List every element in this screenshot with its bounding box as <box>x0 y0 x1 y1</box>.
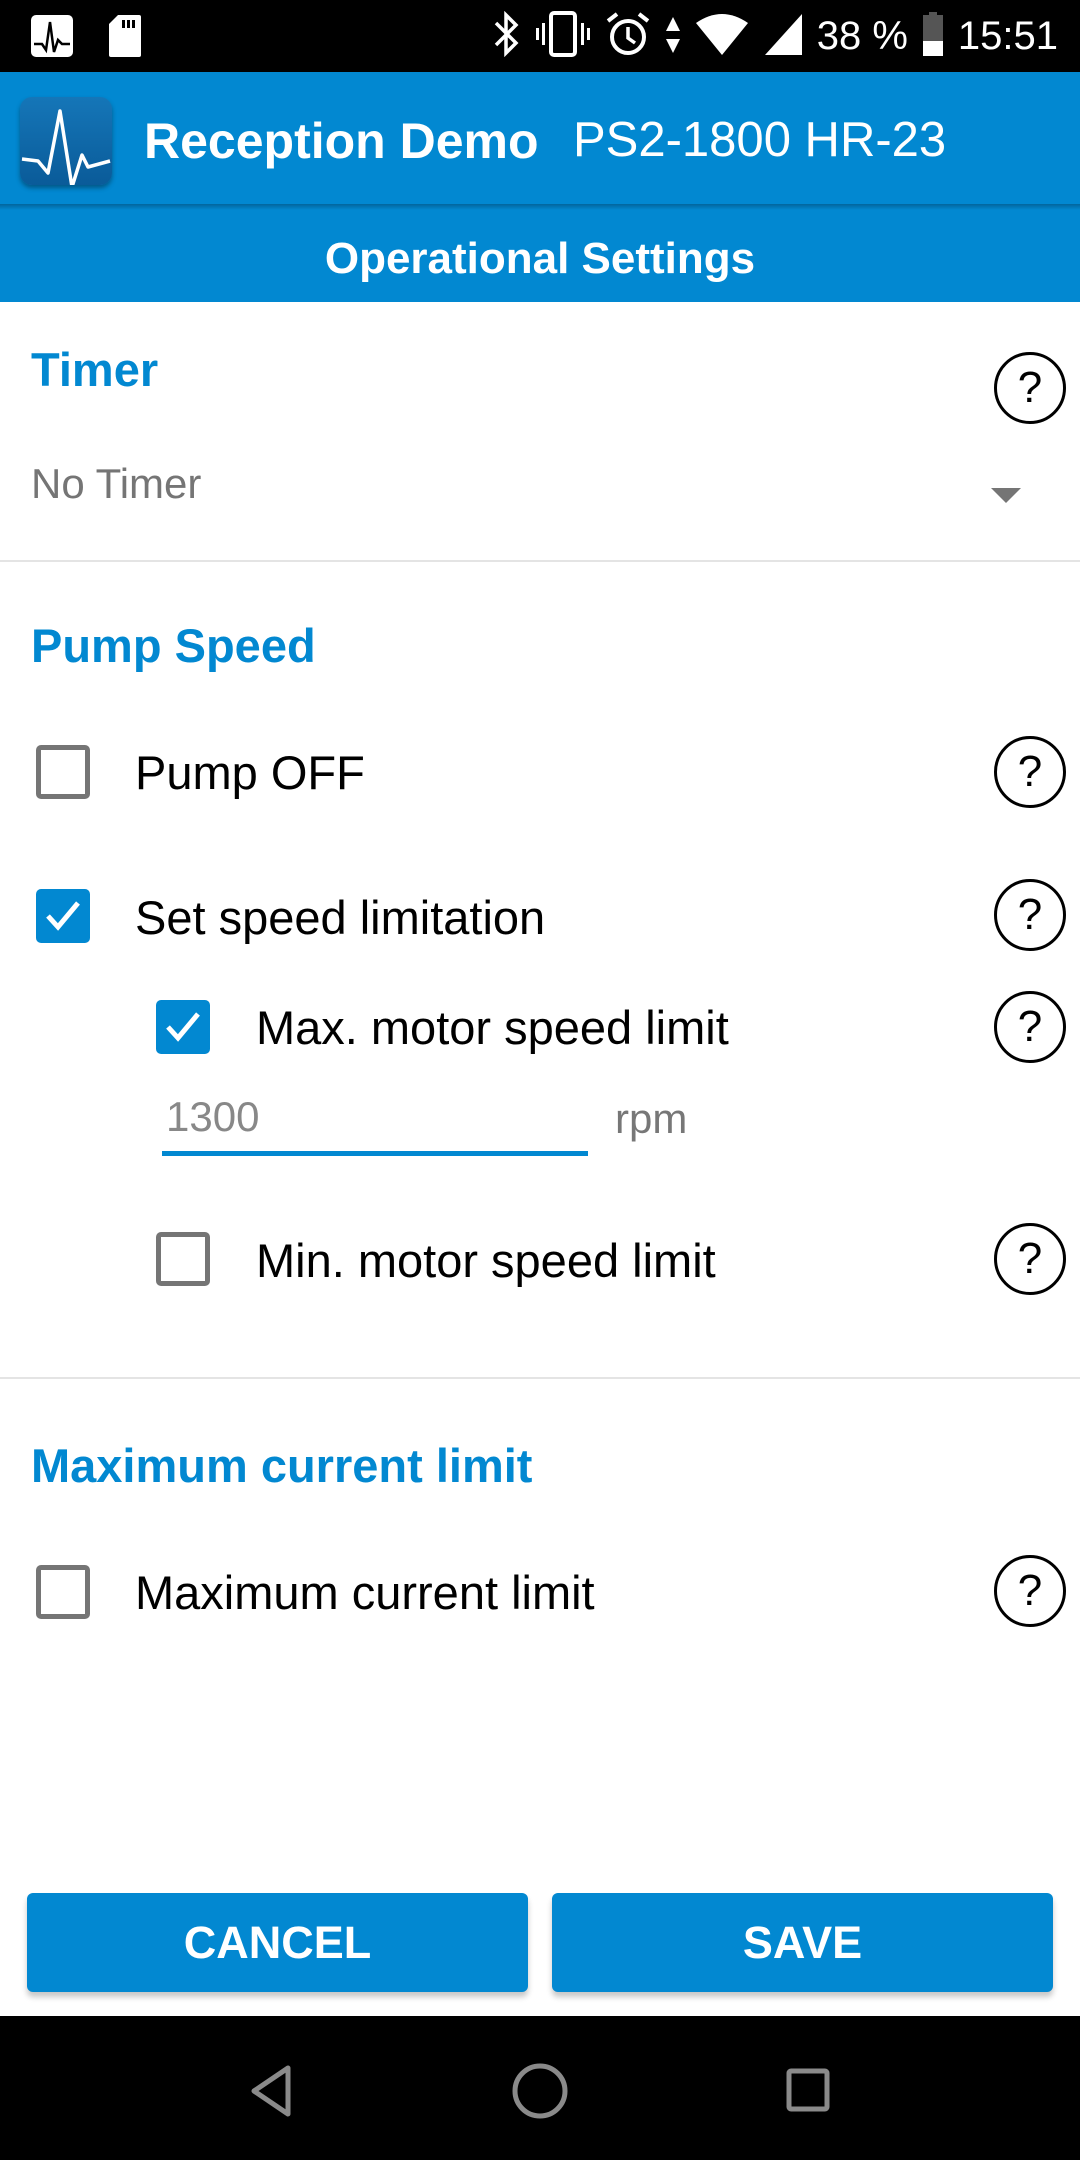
heartbeat-app-notification-icon <box>30 14 74 63</box>
min-speed-checkbox[interactable] <box>156 1232 210 1286</box>
screen-title: Operational Settings <box>324 234 756 283</box>
cell-signal-icon <box>763 11 803 62</box>
max-speed-input[interactable] <box>162 1082 588 1156</box>
section-divider <box>0 1377 1080 1379</box>
alarm-icon <box>605 11 651 62</box>
bluetooth-icon <box>491 10 521 62</box>
section-title-pump-speed: Pump Speed <box>31 619 316 672</box>
app-title: Reception Demo <box>144 113 539 169</box>
max-speed-help-button[interactable]: ? <box>994 991 1066 1063</box>
battery-icon <box>922 11 944 62</box>
app-bar: Reception Demo PS2-1800 HR-23 <box>0 72 1080 208</box>
max-current-help-button[interactable]: ? <box>994 1555 1066 1627</box>
pump-off-help-button[interactable]: ? <box>994 736 1066 808</box>
min-speed-help-button[interactable]: ? <box>994 1223 1066 1295</box>
question-icon: ? <box>1017 890 1043 939</box>
home-icon[interactable] <box>505 2056 575 2126</box>
battery-percent: 38 % <box>816 13 908 58</box>
question-icon: ? <box>1017 747 1043 796</box>
device-name: PS2-1800 HR-23 <box>573 113 947 167</box>
question-icon: ? <box>1017 363 1043 412</box>
checkmark-icon <box>166 1012 200 1042</box>
navigation-bar <box>0 2016 1080 2160</box>
section-divider <box>0 560 1080 562</box>
speed-limitation-checkbox[interactable] <box>36 889 90 943</box>
wifi-icon <box>695 11 749 62</box>
min-speed-label[interactable]: Min. motor speed limit <box>256 1233 716 1288</box>
timer-help-button[interactable]: ? <box>994 352 1066 424</box>
back-icon[interactable] <box>236 2056 306 2126</box>
save-button[interactable]: SAVE <box>552 1893 1053 1992</box>
timer-dropdown[interactable]: No Timer <box>31 460 1021 520</box>
question-icon: ? <box>1017 1002 1043 1051</box>
pump-off-label[interactable]: Pump OFF <box>135 745 365 800</box>
heartbeat-logo-icon <box>20 97 112 185</box>
max-speed-label[interactable]: Max. motor speed limit <box>256 1000 729 1055</box>
timer-dropdown-value: No Timer <box>31 460 202 507</box>
clock: 15:51 <box>957 13 1058 58</box>
status-bar: 38 % 15:51 <box>0 0 1080 72</box>
speed-limitation-help-button[interactable]: ? <box>994 879 1066 951</box>
checkmark-icon <box>46 901 80 931</box>
cancel-button[interactable]: CANCEL <box>27 1893 528 1992</box>
dropdown-arrow-icon <box>991 488 1021 503</box>
max-current-label[interactable]: Maximum current limit <box>135 1565 595 1620</box>
recents-icon[interactable] <box>774 2056 844 2126</box>
question-icon: ? <box>1017 1234 1043 1283</box>
sd-card-icon <box>108 14 142 63</box>
pump-off-checkbox[interactable] <box>36 745 90 799</box>
speed-limitation-label[interactable]: Set speed limitation <box>135 890 545 945</box>
max-current-checkbox[interactable] <box>36 1565 90 1619</box>
data-transfer-icon <box>665 11 681 62</box>
question-icon: ? <box>1017 1566 1043 1615</box>
max-speed-checkbox[interactable] <box>156 1000 210 1054</box>
section-title-max-current: Maximum current limit <box>31 1439 533 1492</box>
vibrate-icon <box>535 10 591 62</box>
section-title-timer: Timer <box>31 343 159 396</box>
screen-header: Operational Settings <box>0 208 1080 302</box>
max-speed-unit: rpm <box>615 1095 688 1142</box>
app-bar-shadow <box>0 204 1080 210</box>
